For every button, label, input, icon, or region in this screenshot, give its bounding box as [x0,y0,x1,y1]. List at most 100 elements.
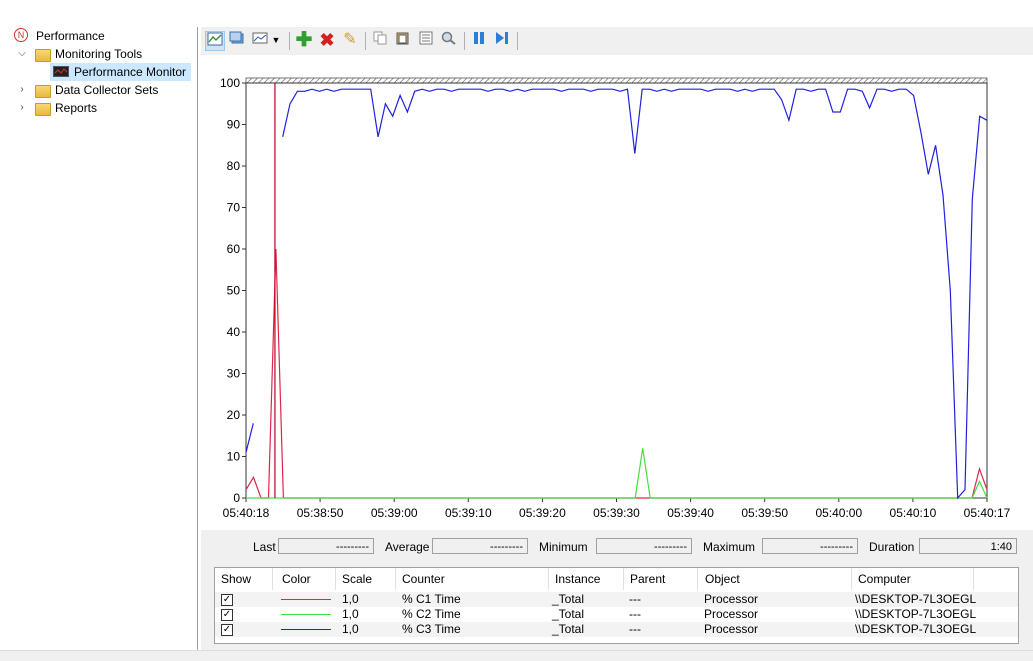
performance-icon: N [14,28,28,42]
table-row[interactable]: ✓ 1,0 % C2 Time _Total --- Processor \\D… [215,607,1018,622]
x-tick-label: 05:40:10 [890,506,937,520]
column-header-instance[interactable]: Instance [555,572,600,586]
parent-cell: --- [629,622,641,636]
performance-graph[interactable]: 0 10 20 30 40 50 60 70 80 90 100 05:40:18 05:38:50 0… [201,55,1033,530]
tree-item-label: Performance [36,29,105,43]
y-axis: 0 10 20 30 40 50 60 70 80 90 100 [220,76,246,505]
paste-counter-list-icon[interactable] [394,31,412,49]
x-tick-label: 05:39:10 [445,506,492,520]
show-checkbox[interactable]: ✓ [221,594,233,606]
change-graph-type-icon[interactable] [251,31,269,49]
toolbar-separator [289,32,290,50]
series-group [245,88,988,500]
tree-item-monitoring-tools[interactable]: ⌵ Monitoring Tools [17,45,195,63]
tree-item-performance[interactable]: N Performance [14,27,194,45]
last-value: --------- [278,538,374,554]
column-header-scale[interactable]: Scale [342,572,372,586]
view-graph-icon[interactable] [205,31,225,51]
column-separator[interactable] [973,568,974,590]
freeze-display-icon[interactable] [470,31,488,49]
y-tick-label: 90 [227,118,241,132]
y-tick-label: 80 [227,159,241,173]
toolbar-separator [464,32,465,50]
column-separator[interactable] [272,568,273,590]
add-counter-icon[interactable]: ✚ [295,30,313,50]
maximum-value: --------- [762,538,858,554]
series-line--c2-time [246,448,988,499]
last-label: Last [253,540,276,554]
column-separator[interactable] [851,568,852,590]
x-tick-label: 05:39:40 [667,506,714,520]
navigation-tree: N Performance ⌵ Monitoring Tools Perform… [0,27,198,650]
column-separator[interactable] [395,568,396,590]
view-current-activity-icon[interactable] [228,31,246,49]
tree-item-performance-monitor[interactable]: Performance Monitor [50,63,191,81]
scale-cell: 1,0 [342,592,359,606]
column-header-show[interactable]: Show [221,572,251,586]
parent-cell: --- [629,592,641,606]
counter-cell: % C1 Time [402,592,461,606]
color-swatch [281,614,331,615]
tree-item-label: Data Collector Sets [55,83,159,97]
series-line--c3-time [245,423,254,453]
show-checkbox[interactable]: ✓ [221,624,233,636]
status-bar [0,650,1033,661]
column-header-parent[interactable]: Parent [630,572,665,586]
properties-icon[interactable] [417,31,435,49]
computer-cell: \\DESKTOP-7L3OEGL [855,622,977,636]
object-cell: Processor [704,592,759,606]
duration-value: 1:40 [919,538,1017,554]
line-chart: 0102030405060708090100 05:40:18 05:38:50 0… [220,76,1011,520]
table-row[interactable]: ✓ 1,0 % C1 Time _Total --- Processor \\D… [215,592,1018,607]
monitor-icon [53,66,69,77]
highlight-icon[interactable]: ✎ [341,31,359,49]
y-tick-label: 30 [227,367,241,381]
color-swatch [281,629,331,630]
scale-cell: 1,0 [342,607,359,621]
delete-counter-icon[interactable]: ✖ [318,31,336,49]
toolbar-separator [517,32,518,50]
table-row[interactable]: ✓ 1,0 % C3 Time _Total --- Processor \\D… [215,622,1018,637]
tree-item-reports[interactable]: › Reports [17,99,195,117]
column-separator[interactable] [335,568,336,590]
y-tick-label: 100 [220,76,240,90]
tree-item-label: Monitoring Tools [55,47,143,61]
chevron-down-icon[interactable]: ▼ [271,31,281,49]
chevron-down-icon[interactable]: ⌵ [17,45,27,63]
plot-area [245,82,988,499]
parent-cell: --- [629,607,641,621]
toolbar: ▼ ✚ ✖ ✎ [201,27,1033,56]
x-tick-label: 05:40:18 [223,506,270,520]
duration-label: Duration [869,540,915,554]
x-tick-label: 05:40:17 [964,506,1011,520]
column-header-counter[interactable]: Counter [402,572,445,586]
show-checkbox[interactable]: ✓ [221,609,233,621]
average-label: Average [385,540,430,554]
average-value: --------- [432,538,528,554]
x-tick-label: 05:38:50 [297,506,344,520]
y-tick-label: 50 [227,284,241,298]
series-line--c3-time [282,88,988,500]
y-tick-label: 60 [227,242,241,256]
chevron-right-icon[interactable]: › [17,81,27,99]
instance-cell: _Total [552,622,585,636]
column-separator[interactable] [623,568,624,590]
counter-legend-table: Show Color Scale Counter Instance Parent… [214,567,1019,644]
column-header-computer[interactable]: Computer [858,572,911,586]
counter-cell: % C3 Time [402,622,461,636]
x-tick-label: 05:39:50 [741,506,788,520]
x-tick-label: 05:39:20 [519,506,566,520]
copy-properties-icon[interactable] [371,31,389,49]
column-separator[interactable] [697,568,698,590]
chevron-right-icon[interactable]: › [17,99,27,117]
column-separator[interactable] [548,568,549,590]
tree-item-data-collector-sets[interactable]: › Data Collector Sets [17,81,195,99]
computer-cell: \\DESKTOP-7L3OEGL [855,607,977,621]
update-data-icon[interactable] [493,31,511,49]
column-header-object[interactable]: Object [705,572,740,586]
y-tick-label: 20 [227,408,241,422]
zoom-icon[interactable] [440,31,458,49]
folder-icon [35,49,51,62]
object-cell: Processor [704,622,759,636]
column-header-color[interactable]: Color [282,572,311,586]
